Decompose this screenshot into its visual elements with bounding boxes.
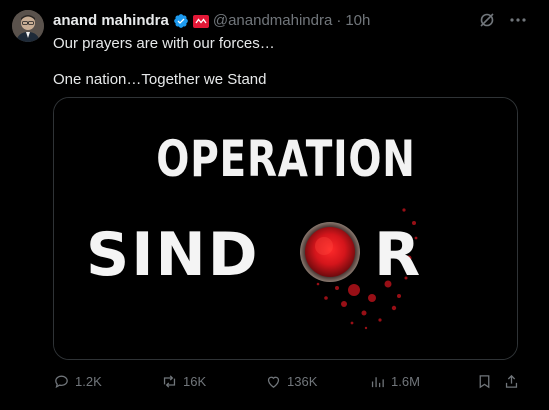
headline-operation: OPERATION bbox=[156, 129, 415, 188]
like-button[interactable]: 136K bbox=[265, 368, 317, 394]
views-count: 1.6M bbox=[391, 373, 420, 389]
more-options-icon[interactable] bbox=[508, 10, 528, 30]
share-button[interactable] bbox=[503, 368, 520, 394]
tweet[interactable]: anand mahindra @anandmahindra · 10h Our … bbox=[0, 0, 549, 410]
action-bar: 1.2K 16K 136K 1.6M bbox=[53, 368, 523, 394]
reply-button[interactable]: 1.2K bbox=[53, 368, 102, 394]
reply-count: 1.2K bbox=[75, 373, 102, 389]
share-icon bbox=[505, 374, 518, 388]
verified-badge-icon bbox=[174, 14, 188, 28]
headline-r: R bbox=[374, 220, 420, 290]
repost-button[interactable]: 16K bbox=[161, 368, 206, 394]
heart-icon bbox=[267, 376, 280, 388]
tweet-text-line-1: Our prayers are with our forces… bbox=[53, 35, 275, 52]
tweet-text-line-2: One nation…Together we Stand bbox=[53, 71, 267, 88]
repost-icon bbox=[163, 374, 176, 388]
views-button[interactable]: 1.6M bbox=[369, 368, 420, 394]
repost-count: 16K bbox=[183, 373, 207, 389]
reply-icon bbox=[55, 375, 68, 388]
headline-sind: SIND bbox=[86, 220, 260, 290]
affiliate-flag-icon bbox=[192, 14, 209, 28]
header-separator: · bbox=[336, 12, 342, 29]
avatar[interactable] bbox=[12, 10, 44, 42]
author-handle[interactable]: @anandmahindra bbox=[213, 11, 332, 31]
like-count: 136K bbox=[287, 373, 318, 389]
author-name[interactable]: anand mahindra bbox=[53, 11, 169, 31]
sindoor-bowl bbox=[300, 222, 360, 282]
tweet-media-image[interactable]: OPERATION SIND R bbox=[53, 97, 518, 360]
bookmark-icon bbox=[479, 374, 490, 388]
analytics-icon bbox=[371, 376, 384, 387]
tweet-header: anand mahindra @anandmahindra · 10h bbox=[53, 11, 370, 31]
grok-icon[interactable] bbox=[479, 12, 495, 28]
bookmark-button[interactable] bbox=[476, 368, 493, 394]
tweet-timestamp[interactable]: 10h bbox=[345, 11, 370, 31]
